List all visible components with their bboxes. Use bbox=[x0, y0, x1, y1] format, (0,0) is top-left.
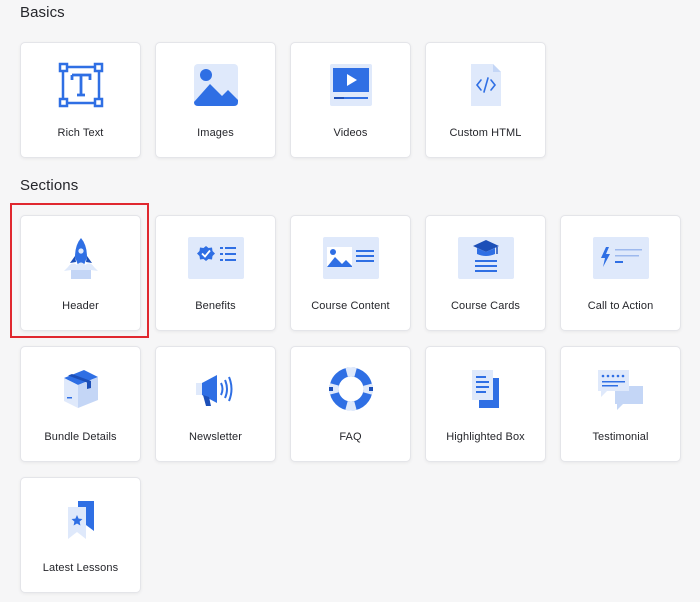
tile-label: Benefits bbox=[195, 300, 236, 312]
rich-text-icon bbox=[52, 61, 110, 109]
tile-label: Latest Lessons bbox=[42, 562, 119, 574]
tile-label: Highlighted Box bbox=[446, 431, 525, 443]
tile-label: Images bbox=[197, 127, 234, 139]
basics-grid: Rich Text Images Videos Custom HTML bbox=[20, 42, 681, 158]
code-file-icon bbox=[457, 61, 515, 109]
tile-course-cards[interactable]: Course Cards bbox=[425, 215, 546, 331]
section-picker-panel: Basics Rich Text Images Videos Custom HT… bbox=[0, 0, 700, 602]
tile-label: Rich Text bbox=[57, 127, 104, 139]
sections-grid: Header Benefits Course Content Course Ca… bbox=[20, 215, 681, 593]
tile-course-content[interactable]: Course Content bbox=[290, 215, 411, 331]
tile-label: Header bbox=[62, 300, 99, 312]
image-text-icon bbox=[322, 234, 380, 282]
tile-latest-lessons[interactable]: Latest Lessons bbox=[20, 477, 141, 593]
bookmark-star-icon bbox=[52, 496, 110, 544]
tile-faq[interactable]: FAQ bbox=[290, 346, 411, 462]
tile-call-to-action[interactable]: Call to Action bbox=[560, 215, 681, 331]
lightning-icon bbox=[592, 234, 650, 282]
tile-label: Course Content bbox=[311, 300, 390, 312]
tile-label: Bundle Details bbox=[44, 431, 117, 443]
tile-bundle-details[interactable]: Bundle Details bbox=[20, 346, 141, 462]
tile-images[interactable]: Images bbox=[155, 42, 276, 158]
tile-testimonial[interactable]: Testimonial bbox=[560, 346, 681, 462]
tile-label: Course Cards bbox=[450, 300, 521, 312]
tile-highlighted-box[interactable]: Highlighted Box bbox=[425, 346, 546, 462]
tile-custom-html[interactable]: Custom HTML bbox=[425, 42, 546, 158]
tile-benefits[interactable]: Benefits bbox=[155, 215, 276, 331]
graduation-cap-card-icon bbox=[457, 234, 515, 282]
megaphone-icon bbox=[187, 365, 245, 413]
image-icon bbox=[187, 61, 245, 109]
tile-label: Custom HTML bbox=[449, 127, 522, 139]
badge-check-list-icon bbox=[187, 234, 245, 282]
tile-videos[interactable]: Videos bbox=[290, 42, 411, 158]
tile-newsletter[interactable]: Newsletter bbox=[155, 346, 276, 462]
tile-label: Testimonial bbox=[592, 431, 649, 443]
highlighted-doc-icon bbox=[457, 365, 515, 413]
lifebuoy-icon bbox=[322, 365, 380, 413]
box-icon bbox=[52, 365, 110, 413]
rocket-icon bbox=[52, 234, 110, 282]
tile-label: FAQ bbox=[339, 431, 362, 443]
tile-label: Newsletter bbox=[189, 431, 242, 443]
tile-header[interactable]: Header bbox=[20, 215, 141, 331]
sections-heading: Sections bbox=[20, 177, 79, 194]
tile-rich-text[interactable]: Rich Text bbox=[20, 42, 141, 158]
tile-label: Videos bbox=[333, 127, 368, 139]
chat-bubbles-icon bbox=[592, 365, 650, 413]
video-icon bbox=[322, 61, 380, 109]
basics-heading: Basics bbox=[20, 4, 65, 21]
tile-label: Call to Action bbox=[587, 300, 654, 312]
